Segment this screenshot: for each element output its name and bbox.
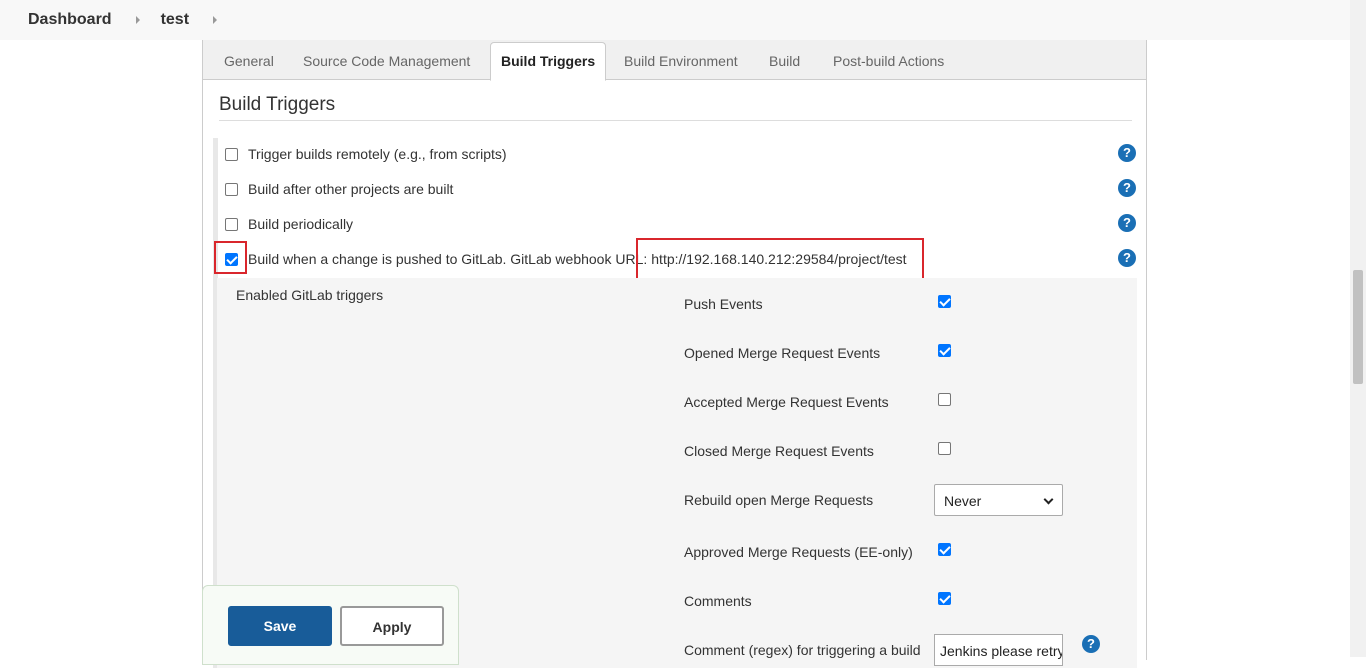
rebuild-open-mr-label: Rebuild open Merge Requests [684,492,874,508]
breadcrumb-test[interactable]: test [161,11,189,29]
breadcrumb-dashboard[interactable]: Dashboard [28,11,112,29]
trigger-after-other-label: Build after other projects are built [248,181,454,197]
chevron-right-icon[interactable] [213,16,218,24]
breadcrumb: Dashboard test [0,0,1350,40]
comment-regex-label: Comment (regex) for triggering a build [684,642,921,658]
trigger-remote-label: Trigger builds remotely (e.g., from scri… [248,146,507,162]
trigger-periodic-checkbox[interactable] [225,217,238,231]
closed-mr-events-label: Closed Merge Request Events [684,443,874,459]
trigger-row-periodic: Build periodically [225,216,353,232]
approved-mr-checkbox[interactable] [938,543,951,556]
save-button[interactable]: Save [228,606,332,646]
tab-source-code-management[interactable]: Source Code Management [303,40,470,80]
help-icon[interactable]: ? [1118,179,1136,197]
trigger-after-other-checkbox[interactable] [225,182,238,196]
comments-label: Comments [684,593,752,609]
tab-build-environment[interactable]: Build Environment [624,40,738,80]
scrollbar-thumb[interactable] [1353,270,1363,384]
help-icon[interactable]: ? [1118,249,1136,267]
tab-general[interactable]: General [224,40,274,80]
approved-mr-label: Approved Merge Requests (EE-only) [684,544,913,560]
trigger-gitlab-label: Build when a change is pushed to GitLab.… [248,251,648,267]
scrollbar[interactable] [1350,0,1366,657]
accepted-mr-events-checkbox[interactable] [938,393,951,406]
trigger-row-remote: Trigger builds remotely (e.g., from scri… [225,146,507,162]
chevron-right-icon[interactable] [135,16,140,24]
tab-post-build-actions[interactable]: Post-build Actions [833,40,944,80]
closed-mr-events-checkbox[interactable] [938,442,951,455]
checkbox-highlight-box [214,241,247,274]
tab-bar: General Source Code Management Build Tri… [203,40,1146,81]
tab-build-triggers[interactable]: Build Triggers [490,42,607,81]
gitlab-triggers-title: Enabled GitLab triggers [236,287,384,303]
trigger-row-after-other: Build after other projects are built [225,181,453,197]
accepted-mr-events-label: Accepted Merge Request Events [684,394,889,410]
comment-regex-input[interactable]: Jenkins please retry [934,634,1063,666]
rebuild-open-mr-select[interactable]: Never [934,484,1063,516]
opened-mr-events-checkbox[interactable] [938,344,951,357]
apply-button[interactable]: Apply [340,606,444,646]
push-events-label: Push Events [684,296,763,312]
help-icon[interactable]: ? [1118,144,1136,162]
help-icon[interactable]: ? [1082,635,1100,653]
trigger-periodic-label: Build periodically [248,216,354,232]
chevron-down-icon [1043,494,1054,505]
comments-checkbox[interactable] [938,592,951,605]
section-title: Build Triggers [219,94,336,115]
trigger-remote-checkbox[interactable] [225,147,238,161]
section-divider [219,120,1132,121]
help-icon[interactable]: ? [1118,214,1136,232]
rebuild-open-mr-value: Never [944,493,982,509]
opened-mr-events-label: Opened Merge Request Events [684,345,881,361]
tab-build[interactable]: Build [769,40,800,80]
config-panel: General Source Code Management Build Tri… [202,40,1147,668]
push-events-checkbox[interactable] [938,295,951,308]
